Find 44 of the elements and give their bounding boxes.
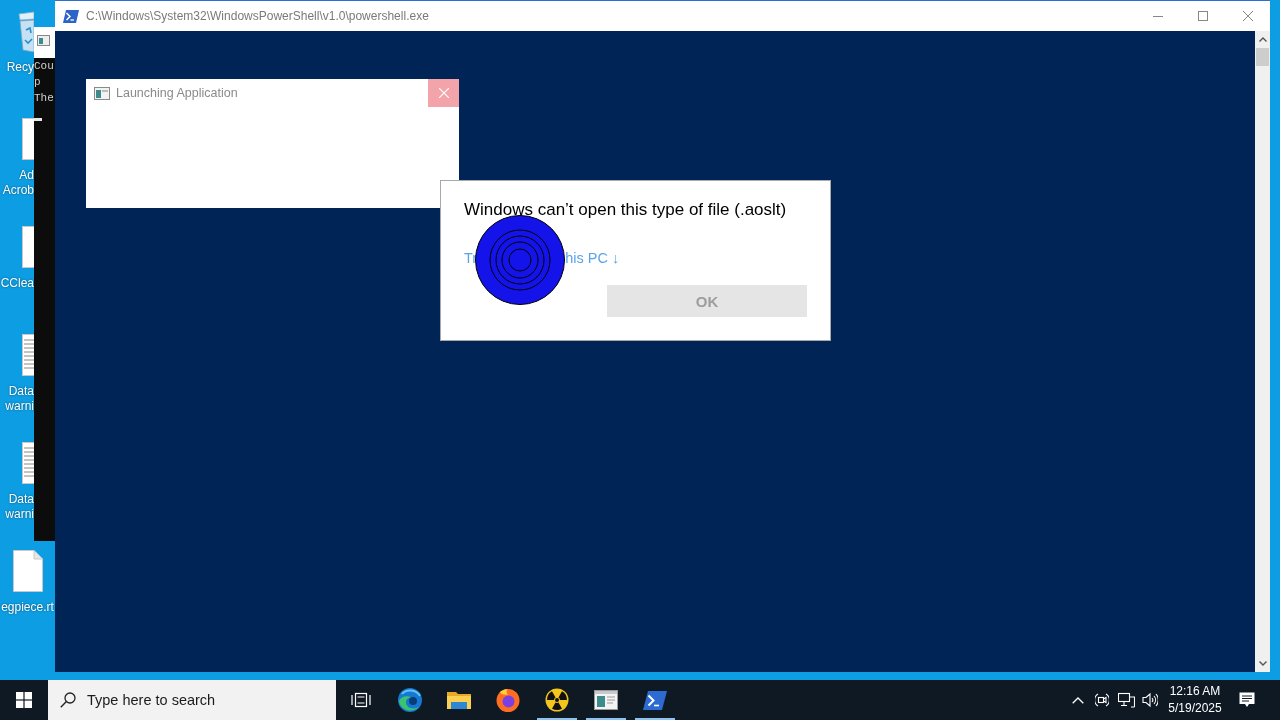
text-cursor: [34, 118, 42, 121]
desktop-icon-label[interactable]: CClea: [0, 276, 34, 291]
search-icon: [60, 692, 76, 708]
start-icon: [16, 692, 32, 708]
task-view-icon: [350, 692, 371, 708]
link-text[interactable]: his PC ↓: [565, 248, 620, 268]
desktop-icon-label[interactable]: Ad Acrob: [2, 168, 34, 198]
window-icon: [94, 86, 110, 100]
caret-down-icon: [1258, 661, 1267, 666]
chevron-up-icon: [1072, 696, 1084, 704]
clock-button[interactable]: 12:16 AM 5/19/2025: [1162, 680, 1228, 720]
window-title: C:\Windows\System32\WindowsPowerShell\v1.0\powershell.exe: [86, 9, 429, 23]
recycle-bin-icon[interactable]: [18, 10, 34, 52]
window-icon: [37, 35, 50, 46]
network-icon: [1117, 692, 1135, 708]
desktop-icon-label[interactable]: Data warni: [5, 384, 34, 414]
window-icon: [593, 690, 618, 710]
radiation-icon: [544, 688, 569, 712]
window-title: Launching Application: [116, 86, 238, 100]
close-icon: [438, 88, 449, 98]
dialog-heading: Windows can’t open this type of file (.aoslt): [464, 200, 787, 220]
scrollbar[interactable]: [1255, 31, 1270, 672]
folder-icon: [446, 690, 471, 710]
console-text: Cou: [34, 59, 54, 72]
close-icon: [1242, 11, 1253, 21]
desktop-icon-label[interactable]: egpiece.rt: [1, 600, 54, 615]
terminal-icon: [63, 9, 79, 23]
file-icon[interactable]: [12, 550, 43, 592]
browser-icon: [397, 688, 422, 712]
target-circle-icon: [475, 215, 565, 305]
maximize-icon: [1197, 11, 1208, 21]
fox-browser-icon: [495, 688, 520, 712]
desktop-icon-label[interactable]: Recy: [6, 60, 34, 75]
camera-icon: [1095, 692, 1109, 708]
console-text: The: [34, 91, 54, 106]
volume-icon: [1142, 692, 1158, 708]
desktop-icon-label[interactable]: Data warni: [5, 492, 34, 522]
notification-icon: [1239, 692, 1255, 708]
console-text: p: [34, 75, 41, 90]
terminal-icon: [642, 690, 667, 710]
caret-up-icon: [1258, 37, 1267, 42]
scrollbar-thumb[interactable]: [1256, 48, 1269, 66]
search-field[interactable]: Type here to search: [48, 680, 336, 720]
minimize-icon: [1152, 15, 1163, 17]
